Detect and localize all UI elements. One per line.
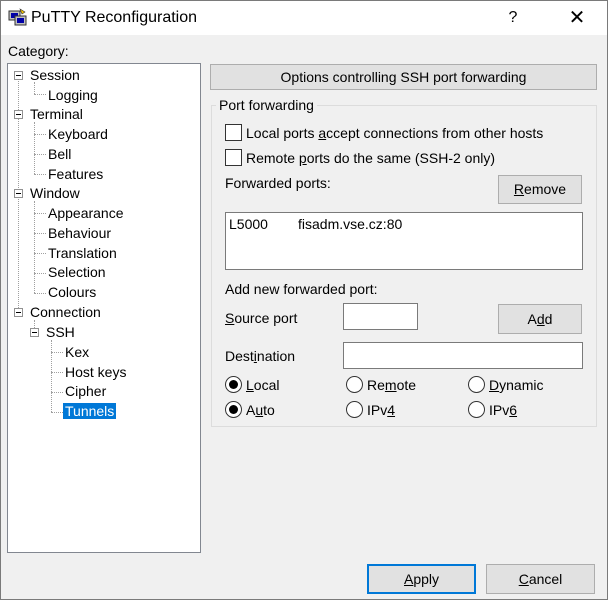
tree-connector: [34, 273, 46, 274]
tree-connector: [51, 352, 63, 353]
destination-label: Destination: [225, 348, 296, 364]
title-bar[interactable]: PuTTY Reconfiguration ? ✕: [1, 1, 607, 35]
tree-item-translation[interactable]: Translation: [46, 244, 119, 263]
collapse-icon[interactable]: [14, 308, 23, 317]
collapse-icon[interactable]: [14, 189, 23, 198]
tree-item-logging[interactable]: Logging: [46, 86, 100, 105]
category-tree[interactable]: Session Logging Terminal Keyboard Bell F…: [7, 63, 201, 553]
tree-connector: [34, 201, 35, 293]
collapse-icon[interactable]: [30, 328, 39, 337]
tree-connector: [34, 233, 46, 234]
radio-button[interactable]: [346, 401, 363, 418]
help-button[interactable]: ?: [493, 5, 533, 31]
radio-button-checked[interactable]: [225, 376, 242, 393]
tree-item-bell[interactable]: Bell: [46, 145, 73, 164]
checkbox-label: Local ports accept connections from othe…: [246, 125, 544, 141]
tree-connector: [51, 412, 63, 413]
putty-window: PuTTY Reconfiguration ? ✕ Category: Sess…: [0, 0, 608, 600]
tree-item-session[interactable]: Session: [28, 66, 82, 85]
radio-label: Remote: [367, 377, 417, 393]
tree-item-colours[interactable]: Colours: [46, 283, 98, 302]
radio-button-checked[interactable]: [225, 401, 242, 418]
add-new-port-label: Add new forwarded port:: [225, 281, 378, 297]
radio-label: Local: [246, 377, 280, 393]
radio-button[interactable]: [468, 401, 485, 418]
tree-connector: [34, 154, 46, 155]
group-title: Port forwarding: [216, 97, 317, 113]
collapse-icon[interactable]: [14, 110, 23, 119]
tree-item-features[interactable]: Features: [46, 165, 105, 184]
tree-connector: [34, 174, 46, 175]
forwarded-port-destination[interactable]: fisadm.vse.cz:80: [298, 216, 402, 232]
tree-connector: [51, 392, 63, 393]
tree-connector: [34, 122, 35, 174]
tree-item-selection[interactable]: Selection: [46, 263, 108, 282]
putty-app-icon: [8, 8, 27, 26]
radio-button[interactable]: [346, 376, 363, 393]
radio-label: IPv4: [367, 402, 396, 418]
forwarded-ports-label: Forwarded ports:: [225, 175, 331, 191]
tree-connector: [34, 253, 46, 254]
apply-button[interactable]: Apply: [367, 564, 476, 594]
tree-item-appearance[interactable]: Appearance: [46, 204, 126, 223]
checkbox-box[interactable]: [225, 124, 242, 141]
category-label: Category:: [8, 43, 69, 59]
add-button[interactable]: Add: [498, 304, 582, 334]
collapse-icon[interactable]: [14, 71, 23, 80]
radio-label: Dynamic: [489, 377, 544, 393]
tree-connector: [51, 340, 52, 412]
tree-item-behaviour[interactable]: Behaviour: [46, 224, 113, 243]
tree-item-tunnels[interactable]: Tunnels: [63, 402, 117, 421]
tree-connector: [34, 213, 46, 214]
forwarded-port-source[interactable]: L5000: [229, 216, 268, 232]
checkbox-box[interactable]: [225, 149, 242, 166]
radio-label: Auto: [246, 402, 275, 418]
tree-item-terminal[interactable]: Terminal: [28, 105, 85, 124]
tree-item-cipher[interactable]: Cipher: [63, 382, 108, 401]
tree-item-host-keys[interactable]: Host keys: [63, 363, 128, 382]
destination-input[interactable]: [343, 342, 583, 369]
tree-item-kex[interactable]: Kex: [63, 343, 91, 362]
tree-item-ssh[interactable]: SSH: [44, 323, 77, 342]
source-port-label: Source port: [225, 310, 298, 326]
forwarded-ports-list[interactable]: L5000 fisadm.vse.cz:80: [225, 212, 583, 270]
source-port-input[interactable]: [343, 303, 418, 330]
tree-item-connection[interactable]: Connection: [28, 303, 103, 322]
tree-item-window[interactable]: Window: [28, 184, 82, 203]
tree-connector: [51, 372, 63, 373]
tree-connector: [34, 134, 46, 135]
tree-connector: [34, 94, 46, 95]
radio-label: IPv6: [489, 402, 518, 418]
panel-header: Options controlling SSH port forwarding: [210, 64, 597, 90]
remove-button[interactable]: Remove: [498, 175, 582, 204]
close-button[interactable]: ✕: [555, 5, 599, 31]
checkbox-label: Remote ports do the same (SSH-2 only): [246, 150, 496, 166]
tree-item-keyboard[interactable]: Keyboard: [46, 125, 110, 144]
window-title: PuTTY Reconfiguration: [31, 9, 198, 26]
cancel-button[interactable]: Cancel: [486, 564, 595, 594]
tree-connector: [34, 293, 46, 294]
radio-button[interactable]: [468, 376, 485, 393]
